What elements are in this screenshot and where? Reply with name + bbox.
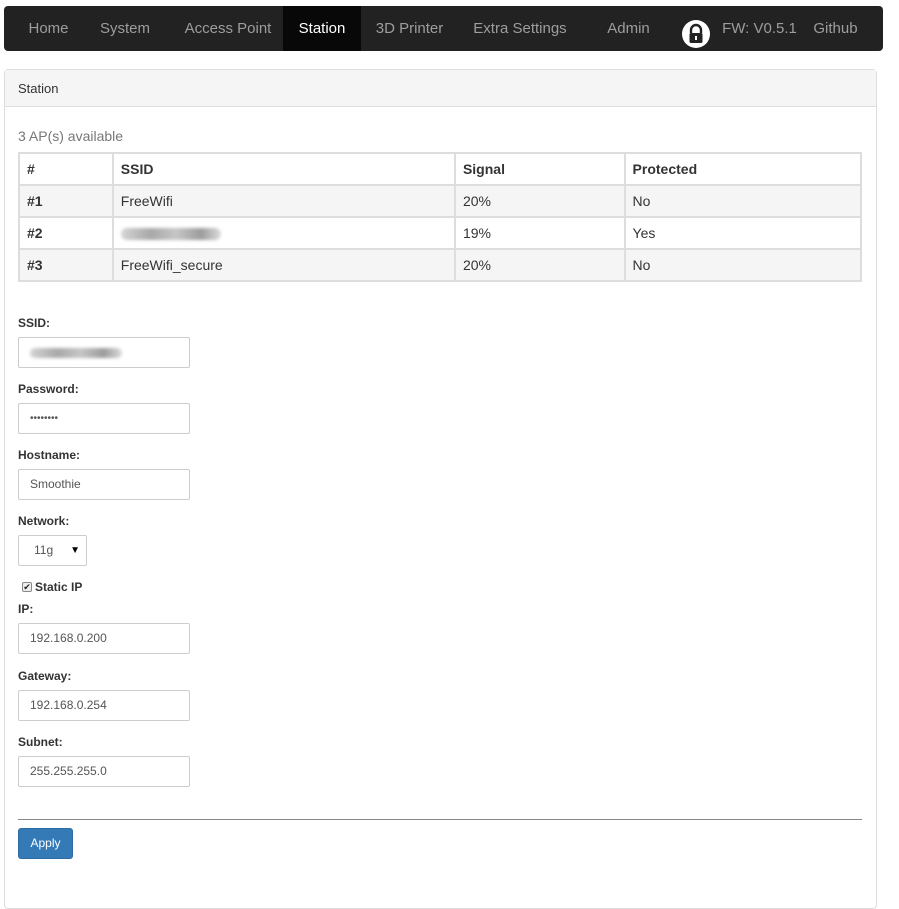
header-protected: Protected [623, 152, 863, 186]
gateway-input[interactable]: 192.168.0.254 [18, 690, 190, 721]
subnet-input[interactable]: 255.255.255.0 [18, 756, 190, 787]
row-ssid[interactable]: FreeWifi [111, 184, 456, 218]
static-ip-label[interactable]: Static IP [35, 580, 82, 594]
ap-table: # SSID Signal Protected #1 FreeWifi 20% … [18, 152, 863, 282]
header-num: # [18, 152, 114, 186]
nav-access-point[interactable]: Access Point [172, 6, 284, 51]
row-num: #1 [18, 184, 114, 218]
lock-icon[interactable] [682, 20, 710, 48]
nav-admin[interactable]: Admin [599, 6, 658, 51]
row-num: #2 [18, 216, 114, 250]
row-protected: No [623, 184, 863, 218]
apply-button[interactable]: Apply [18, 828, 73, 859]
dropdown-arrow-icon: ▼ [70, 545, 80, 556]
subnet-label: Subnet: [18, 735, 63, 749]
table-header-row: # SSID Signal Protected [18, 152, 863, 186]
top-navbar: Home System Access Point Station 3D Prin… [4, 6, 883, 51]
hostname-label: Hostname: [18, 448, 81, 462]
table-row[interactable]: #1 FreeWifi 20% No [18, 184, 863, 218]
nav-home[interactable]: Home [18, 6, 79, 51]
password-input[interactable]: •••••••• [18, 403, 190, 434]
nav-github[interactable]: Github [808, 6, 863, 51]
lock-icon-svg [689, 23, 703, 43]
header-ssid: SSID [111, 152, 456, 186]
row-signal: 19% [453, 216, 626, 250]
nav-station[interactable]: Station [283, 6, 361, 51]
ip-input[interactable]: 192.168.0.200 [18, 623, 190, 654]
redacted-ssid [120, 228, 221, 241]
ssid-label: SSID: [18, 316, 51, 330]
row-protected: Yes [623, 216, 863, 250]
table-row[interactable]: #3 FreeWifi_secure 20% No [18, 248, 863, 282]
network-label: Network: [18, 514, 70, 528]
row-num: #3 [18, 248, 114, 282]
nav-system[interactable]: System [89, 6, 161, 51]
ap-count: 3 AP(s) available [18, 128, 124, 144]
hostname-input[interactable]: Smoothie [18, 469, 190, 500]
panel-title: Station [5, 70, 876, 107]
ssid-input[interactable] [18, 337, 190, 368]
nav-extra-settings[interactable]: Extra Settings [468, 6, 572, 51]
row-protected: No [623, 248, 863, 282]
header-signal: Signal [453, 152, 626, 186]
form-divider [18, 819, 862, 820]
static-ip-checkbox[interactable]: ✔ [22, 582, 32, 592]
row-ssid[interactable] [111, 216, 456, 250]
row-signal: 20% [453, 248, 626, 282]
redacted-ssid-value [30, 347, 122, 358]
table-row[interactable]: #2 19% Yes [18, 216, 863, 250]
network-select[interactable]: 11g ▼ [18, 535, 87, 566]
password-label: Password: [18, 382, 79, 396]
gateway-label: Gateway: [18, 669, 72, 683]
row-signal: 20% [453, 184, 626, 218]
row-ssid[interactable]: FreeWifi_secure [111, 248, 456, 282]
network-select-value: 11g [34, 543, 54, 557]
nav-3d-printer[interactable]: 3D Printer [369, 6, 450, 51]
firmware-version: FW: V0.5.1 [722, 20, 797, 37]
ip-label: IP: [18, 602, 34, 616]
